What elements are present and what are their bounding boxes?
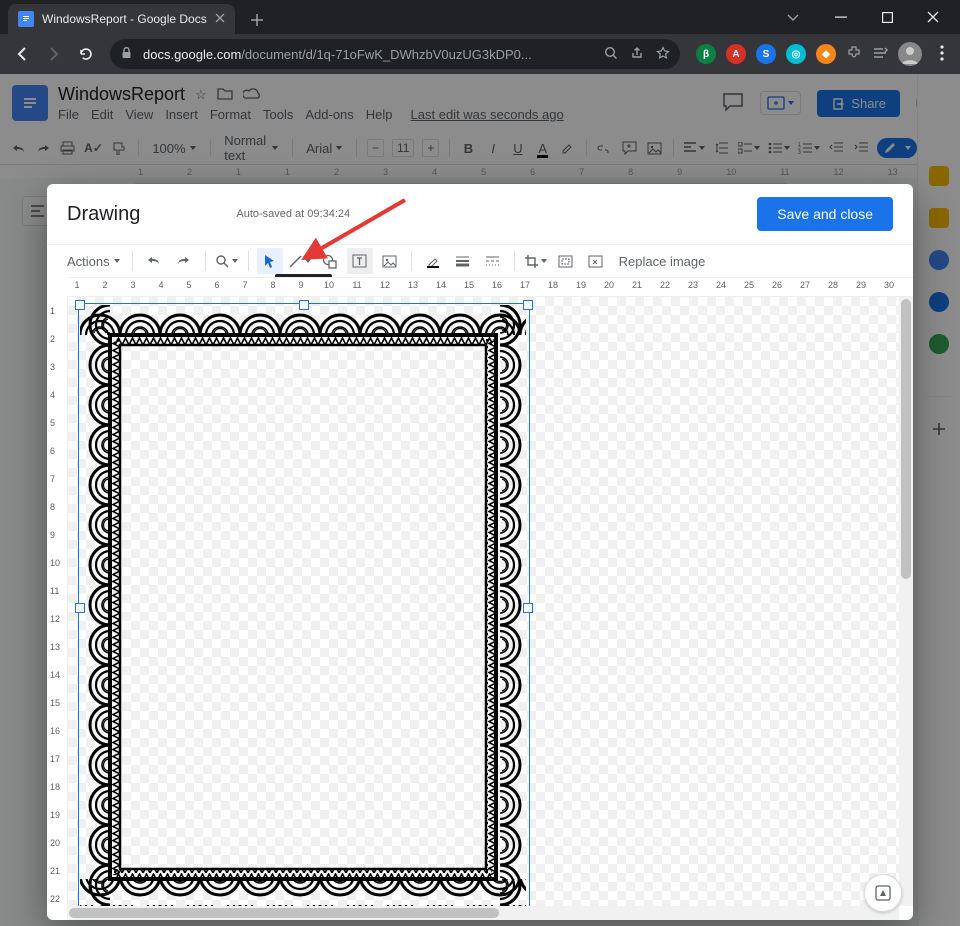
profile-avatar-icon[interactable] [898,42,922,66]
extension-metamask-icon[interactable]: ◆ [816,44,836,64]
shape-tool[interactable] [317,248,343,274]
dialog-header: Drawing Auto-saved at 09:34:24 Save and … [47,184,913,245]
drawing-canvas-wrap: 12345678910111213141516171819202122 [47,297,913,906]
address-bar-row: docs.google.com /document/d/1q-71oFwK_DW… [0,34,960,74]
browser-menu-icon[interactable] [932,45,952,64]
extensions-strip: β A S ◎ ◆ [696,42,952,66]
extension-s-icon[interactable]: S [756,44,776,64]
lock-icon [120,46,133,62]
actions-menu[interactable]: Actions [63,254,124,269]
minimize-button[interactable] [818,2,864,32]
redo-drawing-button[interactable] [171,248,197,274]
maximize-button[interactable] [864,2,910,32]
docs-favicon-icon [18,11,34,27]
resize-handle-nw[interactable] [75,300,85,310]
replace-image-button[interactable]: Replace image [613,254,712,269]
extension-beta-icon[interactable]: β [696,44,716,64]
drawing-ruler-horizontal: 1234567891011121314151617181920212223242… [67,277,913,297]
browser-tab[interactable]: WindowsReport - Google Docs [8,4,235,34]
canvas-scrollbar-horizontal[interactable] [67,906,899,920]
share-url-icon[interactable] [630,46,644,63]
forward-button[interactable] [40,40,68,68]
selection-box[interactable] [78,303,530,906]
tab-search-icon[interactable] [778,2,808,32]
autosave-status: Auto-saved at 09:34:24 [236,208,350,220]
new-tab-button[interactable] [243,6,271,34]
page-zoom-icon[interactable] [604,46,618,63]
select-tool[interactable] [257,248,283,274]
resize-handle-n[interactable] [299,300,309,310]
border-weight-button[interactable] [450,248,476,274]
resize-handle-e[interactable] [523,603,533,613]
reset-image-button[interactable] [583,248,609,274]
back-button[interactable] [8,40,36,68]
textbox-tool[interactable] [347,248,373,274]
crop-tool[interactable] [523,248,549,274]
drawing-canvas[interactable] [68,297,913,906]
close-window-button[interactable] [910,2,956,32]
undo-drawing-button[interactable] [141,248,167,274]
browser-titlebar: WindowsReport - Google Docs [0,0,960,34]
url-host: docs.google.com [143,47,241,62]
explore-button[interactable] [864,874,902,912]
image-tool[interactable] [377,248,403,274]
star-icon[interactable] [656,46,670,63]
url-path: /document/d/1q-71oFwK_DWhzbV0uzUG3kDP0..… [241,47,531,62]
canvas-scrollbar-vertical[interactable] [899,297,913,906]
reload-button[interactable] [72,40,100,68]
drawing-ruler-vertical: 12345678910111213141516171819202122 [47,297,68,906]
tab-close-icon[interactable] [215,12,225,26]
resize-handle-w[interactable] [75,603,85,613]
drawing-toolbar: Actions Replace image [47,245,913,277]
border-color-button[interactable] [420,248,446,274]
window-controls [778,2,960,32]
reading-list-icon[interactable] [872,45,888,64]
extension-abp-icon[interactable]: A [726,44,746,64]
dialog-title: Drawing [67,203,140,226]
border-dash-button[interactable] [480,248,506,274]
resize-handle-ne[interactable] [523,300,533,310]
extension-bot-icon[interactable]: ◎ [786,44,806,64]
tab-strip: WindowsReport - Google Docs [0,0,271,34]
drawing-dialog: Drawing Auto-saved at 09:34:24 Save and … [47,184,913,920]
mask-tool[interactable] [553,248,579,274]
zoom-tool[interactable] [214,248,240,274]
tab-title: WindowsReport - Google Docs [42,12,207,26]
save-and-close-button[interactable]: Save and close [757,197,893,231]
line-tool[interactable] [287,248,313,274]
address-bar[interactable]: docs.google.com /document/d/1q-71oFwK_DW… [110,39,680,69]
extensions-menu-icon[interactable] [846,45,862,64]
